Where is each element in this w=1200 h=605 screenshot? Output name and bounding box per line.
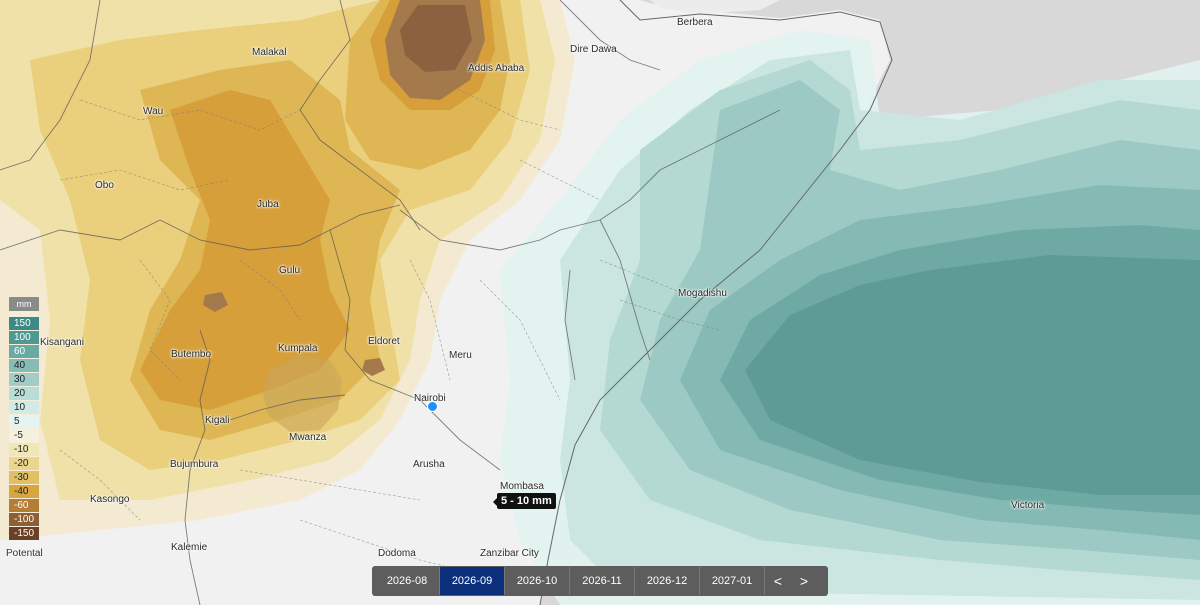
legend-entry: 30 bbox=[9, 373, 39, 386]
place-zanzibar-city: Zanzibar City bbox=[480, 548, 539, 559]
place-butembo: Butembo bbox=[171, 349, 212, 360]
place-bujumbura: Bujumbura bbox=[170, 459, 219, 470]
month-button-2026-08[interactable]: 2026-08 bbox=[375, 567, 440, 595]
legend-entry: -60 bbox=[9, 499, 39, 512]
place-mogadishu: Mogadishu bbox=[678, 288, 727, 299]
place-dodoma: Dodoma bbox=[378, 548, 416, 559]
legend-entry: -150 bbox=[9, 527, 39, 540]
legend-entry: 100 bbox=[9, 331, 39, 344]
legend-entry: -5 bbox=[9, 429, 39, 442]
place-wau: Wau bbox=[143, 106, 164, 117]
next-month-button[interactable]: > bbox=[791, 567, 817, 595]
place-victoria: Victoria bbox=[1011, 500, 1045, 511]
legend-entry: 10 bbox=[9, 401, 39, 414]
month-timeline: 2026-08 2026-09 2026-10 2026-11 2026-12 … bbox=[372, 566, 828, 596]
legend-entry: -30 bbox=[9, 471, 39, 484]
place-obo: Obo bbox=[95, 180, 114, 191]
place-kasongo: Kasongo bbox=[90, 494, 130, 505]
legend-entry: -40 bbox=[9, 485, 39, 498]
precipitation-legend: mm 150 100 60 40 30 20 10 5 -5 -10 -20 -… bbox=[9, 297, 39, 551]
legend-entry: 20 bbox=[9, 387, 39, 400]
month-button-2026-11[interactable]: 2026-11 bbox=[570, 567, 635, 595]
place-kisangani: Kisangani bbox=[40, 337, 84, 348]
value-tooltip: 5 - 10 mm bbox=[493, 493, 556, 509]
place-malakal: Malakal bbox=[252, 47, 287, 58]
legend-entry: 5 bbox=[9, 415, 39, 428]
place-addis-ababa: Addis Ababa bbox=[468, 63, 525, 74]
place-kalemie: Kalemie bbox=[171, 542, 208, 553]
place-gulu: Gulu bbox=[279, 265, 301, 276]
legend-entry: -10 bbox=[9, 443, 39, 456]
place-dire-dawa: Dire Dawa bbox=[570, 44, 617, 55]
legend-unit: mm bbox=[9, 297, 39, 311]
place-mwanza: Mwanza bbox=[289, 432, 327, 443]
place-mombasa: Mombasa bbox=[500, 481, 544, 492]
place-eldoret: Eldoret bbox=[368, 336, 400, 347]
month-button-2026-12[interactable]: 2026-12 bbox=[635, 567, 700, 595]
place-kumpala: Kumpala bbox=[278, 343, 318, 354]
month-button-2027-01[interactable]: 2027-01 bbox=[700, 567, 765, 595]
legend-entry: 60 bbox=[9, 345, 39, 358]
place-meru: Meru bbox=[449, 350, 472, 361]
place-juba: Juba bbox=[257, 199, 279, 210]
legend-entry: -20 bbox=[9, 457, 39, 470]
place-berbera: Berbera bbox=[677, 17, 713, 28]
forecast-map[interactable] bbox=[0, 0, 1200, 605]
legend-entry: 40 bbox=[9, 359, 39, 372]
month-button-2026-09[interactable]: 2026-09 bbox=[440, 567, 505, 595]
prev-month-button[interactable]: < bbox=[765, 567, 791, 595]
month-button-2026-10[interactable]: 2026-10 bbox=[505, 567, 570, 595]
legend-entry: -100 bbox=[9, 513, 39, 526]
legend-entry: 150 bbox=[9, 317, 39, 330]
location-marker-icon[interactable] bbox=[427, 401, 438, 412]
place-arusha: Arusha bbox=[413, 459, 445, 470]
place-kigali: Kigali bbox=[205, 415, 230, 426]
